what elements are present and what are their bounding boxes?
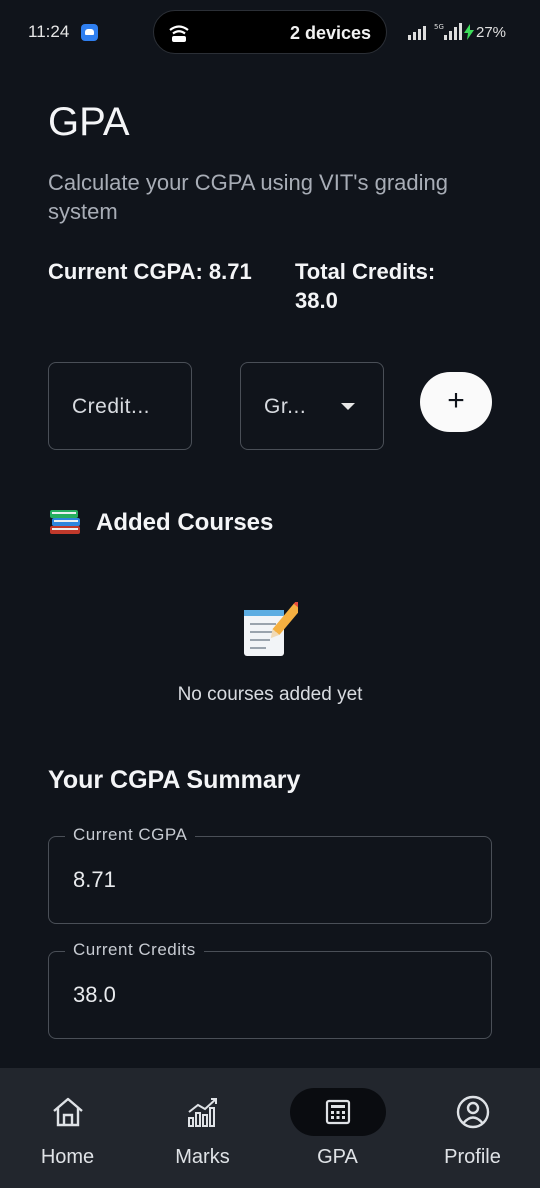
nav-item-marks[interactable]: Marks [135, 1068, 270, 1188]
svg-text:5G: 5G [434, 23, 444, 31]
profile-icon [456, 1095, 489, 1129]
current-cgpa-label: Current CGPA [65, 825, 196, 845]
memo-icon [244, 602, 298, 656]
5g-signal-icon: 5G [434, 23, 462, 40]
summary-heading: Your CGPA Summary [48, 766, 301, 794]
current-cgpa-stat: Current CGPA: 8.71 [48, 259, 252, 284]
notification-app-icon [81, 24, 98, 41]
charging-icon [464, 24, 474, 40]
dropdown-arrow-icon [341, 403, 355, 410]
nav-item-gpa[interactable]: GPA [270, 1068, 405, 1188]
devices-count: 2 devices [289, 23, 371, 43]
chart-icon [187, 1098, 217, 1127]
added-courses-heading: Added Courses [48, 504, 273, 537]
nav-item-home[interactable]: Home [0, 1068, 135, 1188]
add-course-button[interactable]: + [420, 372, 492, 432]
gpa-screen: 11:24 2 devices 5G 27% GPA Calculate you… [0, 0, 540, 1188]
page-subtitle: Calculate your CGPA using VIT's grading … [48, 170, 448, 224]
current-credits-label: Current Credits [65, 940, 204, 960]
signal-icon [408, 26, 426, 40]
empty-courses-message: No courses added yet [177, 684, 363, 705]
nav-label-gpa: GPA [317, 1146, 358, 1168]
nav-item-profile[interactable]: Profile [405, 1068, 540, 1188]
current-credits-value: 38.0 [73, 982, 116, 1007]
calculator-icon [325, 1099, 350, 1125]
nav-label-home: Home [40, 1146, 95, 1168]
total-credits-stat: Total Credits: 38.0 [295, 259, 436, 313]
books-icon [50, 510, 80, 534]
grade-dropdown[interactable]: Gr... [240, 362, 384, 450]
current-cgpa-value: 8.71 [73, 867, 116, 892]
hotspot-icon [169, 25, 189, 42]
bottom-navigation: Home Marks GPA Profile [0, 1068, 540, 1188]
current-cgpa-field[interactable]: Current CGPA 8.71 [48, 825, 492, 924]
status-bar: 11:24 2 devices 5G 27% [0, 0, 540, 64]
nav-label-profile: Profile [444, 1146, 501, 1168]
credits-input[interactable]: Credit... [48, 362, 192, 450]
credits-placeholder: Credit... [72, 395, 151, 418]
added-courses-label: Added Courses [96, 509, 274, 536]
hotspot-pill[interactable]: 2 devices [153, 10, 387, 54]
battery-level: 27% [476, 24, 507, 41]
home-icon [52, 1097, 83, 1127]
grade-placeholder: Gr... [264, 395, 307, 418]
nav-label-marks: Marks [175, 1146, 230, 1168]
status-time: 11:24 [28, 22, 70, 41]
page-title: GPA [48, 100, 130, 144]
current-credits-field[interactable]: Current Credits 38.0 [48, 940, 492, 1039]
